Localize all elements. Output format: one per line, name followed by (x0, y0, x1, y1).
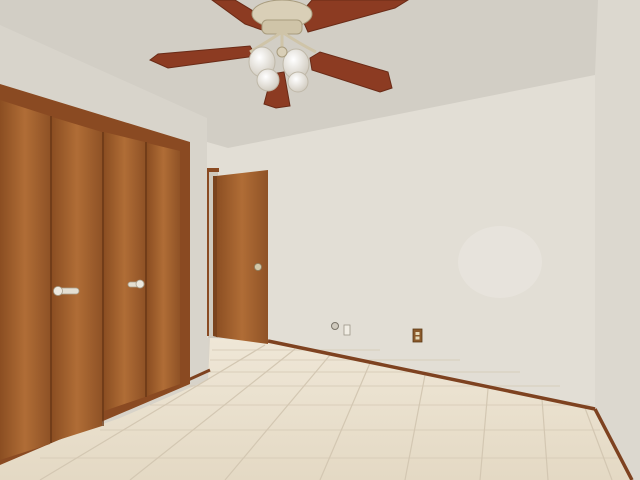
closet-handle-left[interactable] (53, 286, 80, 296)
room-photo (0, 0, 640, 480)
open-door[interactable] (216, 170, 268, 344)
wall-outlet (412, 328, 423, 343)
closet-door-right-panel-2 (147, 143, 180, 396)
fan-light-shade-3 (256, 68, 280, 92)
closet-door-left-panel-2 (52, 117, 102, 442)
door-knob[interactable] (254, 263, 262, 271)
wall-patch (458, 226, 542, 298)
fan-light-shade-4 (287, 71, 309, 93)
closet-door-right-panel (104, 132, 145, 411)
outlet-cable (331, 322, 339, 330)
closet-door-left-panel (0, 100, 50, 460)
doorway-casing (207, 168, 219, 172)
outlet-switch-plate (343, 324, 351, 336)
open-door-edge (213, 176, 217, 337)
right-wall (595, 0, 640, 480)
